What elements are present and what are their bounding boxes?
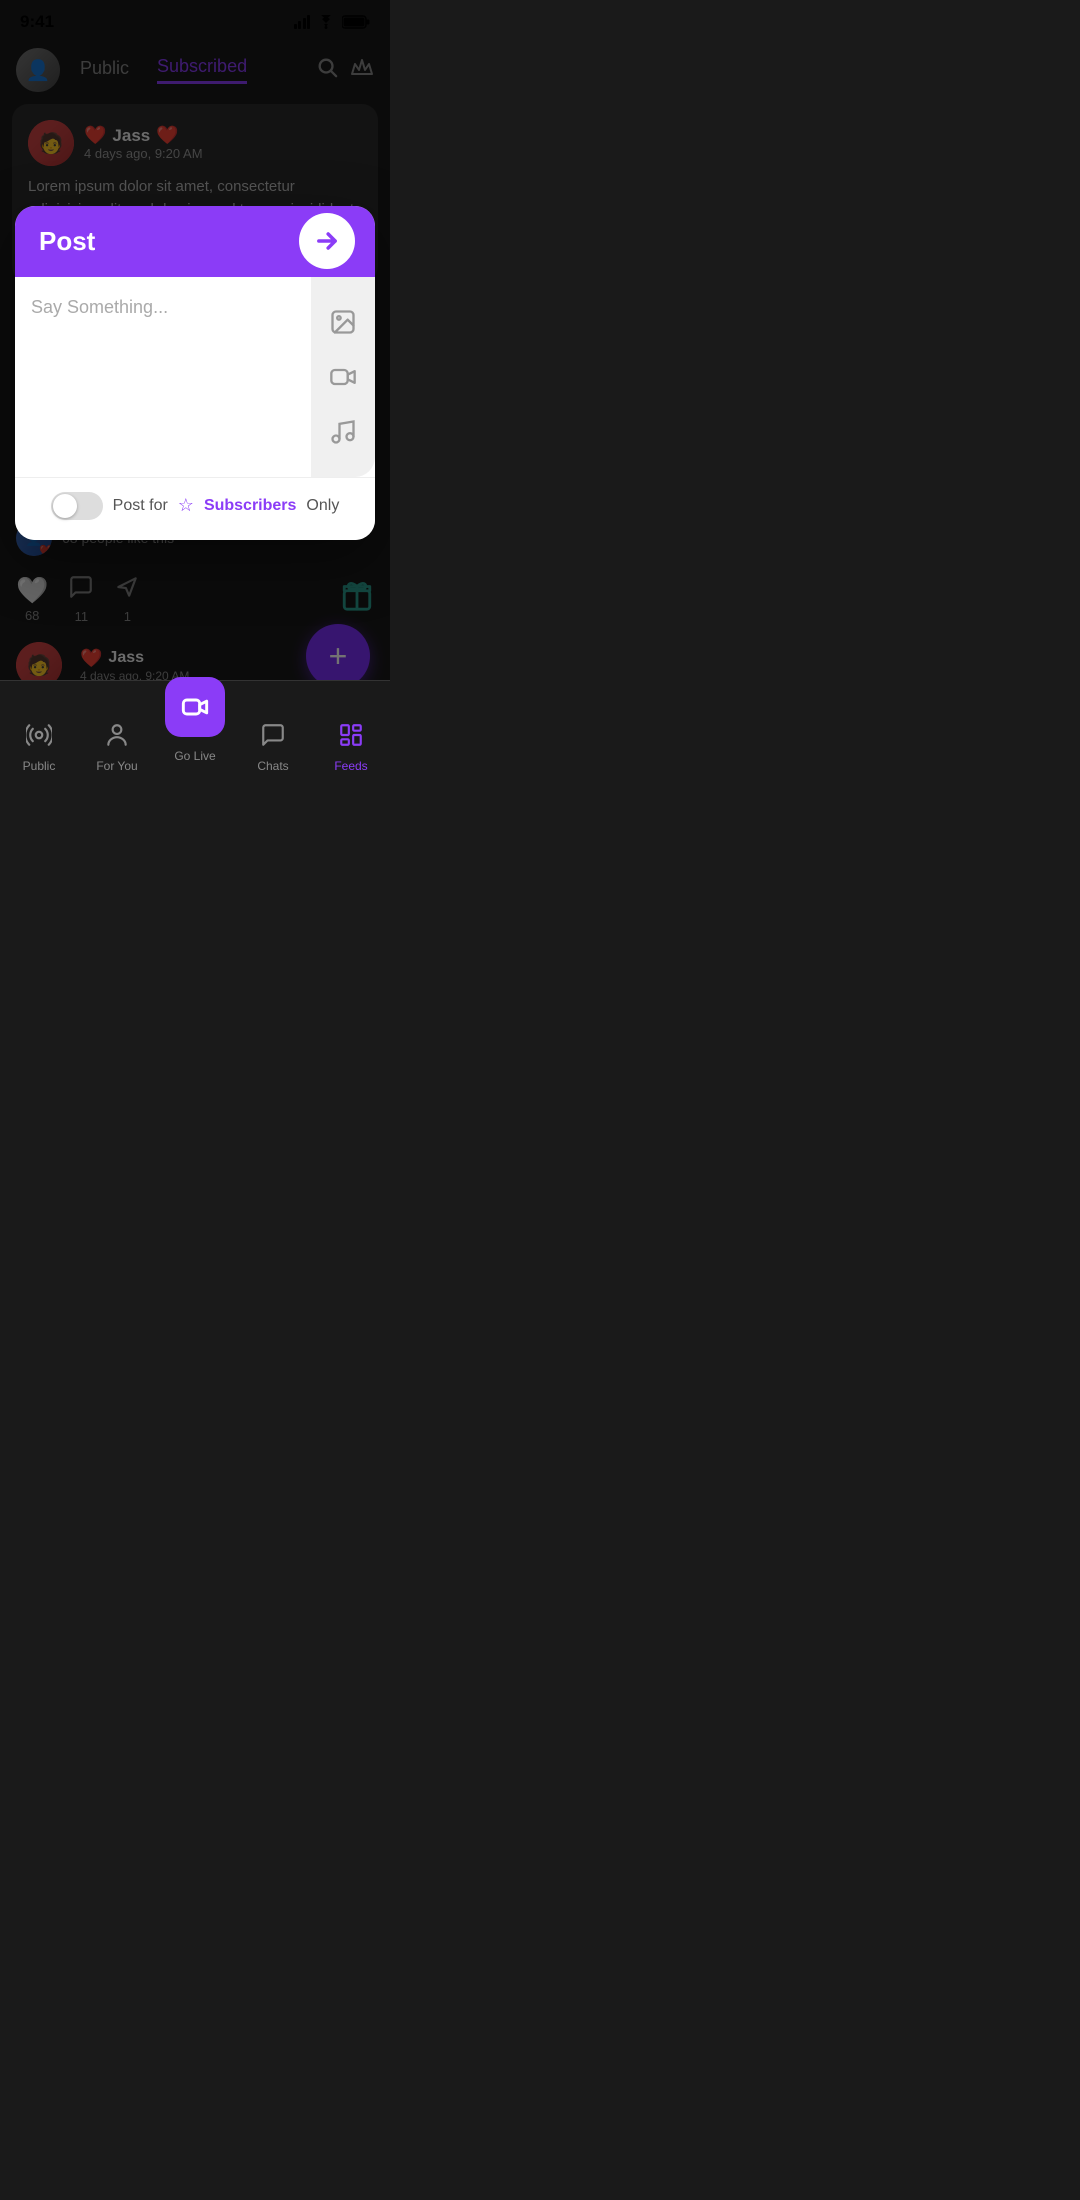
nav-for-you-label: For You [96, 759, 137, 773]
chat-icon [260, 722, 286, 755]
nav-feeds[interactable]: Feeds [312, 722, 390, 773]
post-for-label: Post for [113, 497, 168, 515]
post-modal: Post Say Something... [15, 206, 375, 540]
modal-title: Post [39, 226, 95, 257]
post-input-area[interactable]: Say Something... [15, 277, 311, 477]
send-button[interactable] [299, 213, 355, 269]
go-live-button[interactable] [165, 677, 225, 737]
nav-chats[interactable]: Chats [234, 722, 312, 773]
nav-public[interactable]: Public [0, 722, 78, 773]
bottom-navigation: Public For You Go Live [0, 680, 390, 793]
add-video-button[interactable] [321, 355, 365, 399]
subscribers-toggle[interactable] [51, 492, 103, 520]
modal-footer: Post for ☆ Subscribers Only [15, 477, 375, 540]
star-icon: ☆ [178, 495, 194, 516]
add-image-button[interactable] [321, 300, 365, 344]
modal-header: Post [15, 206, 375, 277]
person-icon [104, 722, 130, 755]
nav-public-label: Public [23, 759, 56, 773]
nav-chats-label: Chats [257, 759, 288, 773]
subscribers-label: Subscribers [204, 497, 296, 515]
nav-for-you[interactable]: For You [78, 722, 156, 773]
add-music-button[interactable] [321, 410, 365, 454]
only-label: Only [306, 497, 339, 515]
modal-body: Say Something... [15, 277, 375, 477]
toggle-knob [53, 494, 77, 518]
nav-go-live-label: Go Live [174, 749, 215, 763]
broadcast-icon [26, 722, 52, 755]
feeds-icon [338, 722, 364, 755]
media-buttons [311, 277, 375, 477]
nav-go-live[interactable]: Go Live [156, 677, 234, 763]
nav-feeds-label: Feeds [334, 759, 367, 773]
